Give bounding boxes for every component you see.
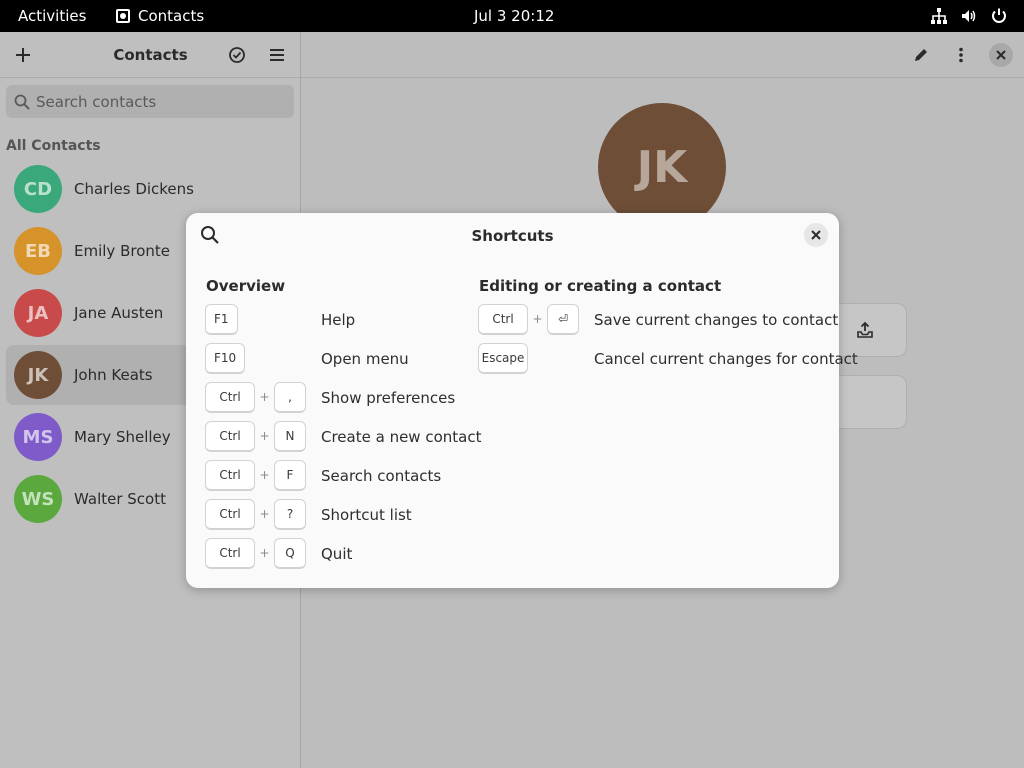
key-plus: + [259, 468, 270, 482]
key-cap: F1 [205, 303, 238, 335]
shortcut-description: Create a new contact [321, 428, 482, 446]
shortcut-row: Ctrl + Q [205, 537, 306, 569]
close-icon [989, 43, 1013, 67]
contact-name: Walter Scott [74, 490, 166, 508]
key-cap: Ctrl [205, 459, 255, 491]
search-icon [14, 94, 30, 110]
avatar: CD [14, 165, 62, 213]
shortcut-description: Cancel current changes for contact [594, 350, 858, 368]
contact-name: Charles Dickens [74, 180, 194, 198]
contact-row[interactable]: CD Charles Dickens [6, 159, 296, 219]
key-plus: + [259, 546, 270, 560]
search-input[interactable]: Search contacts [6, 85, 294, 118]
edit-button[interactable] [907, 41, 935, 69]
app-menu-label: Contacts [138, 7, 205, 25]
kebab-menu-icon [959, 47, 963, 63]
network-icon[interactable] [930, 7, 948, 25]
key-cap: F10 [205, 342, 246, 374]
sidebar-header: Contacts [0, 32, 300, 78]
shortcut-row: Ctrl + N [205, 420, 306, 452]
shortcut-row: Ctrl + , [205, 381, 306, 413]
system-tray[interactable] [930, 7, 1008, 25]
shortcut-row: Ctrl + F [205, 459, 306, 491]
shortcut-description: Quit [321, 545, 353, 563]
contact-name: John Keats [74, 366, 153, 384]
key-plus: + [532, 312, 543, 326]
key-plus: + [259, 390, 270, 404]
shortcuts-dialog: Shortcuts Overview F1 Help F10 Open menu… [186, 213, 858, 588]
key-plus: + [259, 507, 270, 521]
shortcut-row: Escape [478, 342, 528, 374]
sidebar-title: Contacts [113, 46, 188, 64]
dialog-title: Shortcuts [471, 227, 554, 245]
detail-card [829, 375, 907, 429]
window-close-button[interactable] [987, 41, 1015, 69]
shortcut-row: Ctrl + ? [205, 498, 306, 530]
export-icon [857, 321, 873, 338]
clock[interactable]: Jul 3 20:12 [474, 7, 554, 25]
avatar: JK [14, 351, 62, 399]
contact-name: Mary Shelley [74, 428, 171, 446]
key-cap: Ctrl [205, 537, 255, 569]
dialog-close-button[interactable] [804, 223, 828, 247]
key-cap: , [274, 381, 306, 413]
activities-button[interactable]: Activities [18, 7, 86, 25]
more-options-button[interactable] [947, 41, 975, 69]
avatar: JA [14, 289, 62, 337]
key-cap: F [274, 459, 306, 491]
shortcut-row: F10 [205, 342, 246, 374]
key-cap: Ctrl [205, 498, 255, 530]
search-placeholder: Search contacts [36, 92, 157, 111]
shortcut-row: F1 [205, 303, 238, 335]
section-label: All Contacts [6, 138, 101, 154]
hamburger-icon [270, 49, 284, 61]
check-circle-icon [229, 47, 245, 63]
shortcut-description: Shortcut list [321, 506, 412, 524]
shortcut-description: Save current changes to contact [594, 311, 839, 329]
shortcut-row: Ctrl + ⏎ [478, 303, 579, 335]
enter-key-icon: ⏎ [547, 303, 579, 335]
key-cap: Q [274, 537, 306, 569]
key-cap: Ctrl [478, 303, 528, 335]
key-plus: + [259, 429, 270, 443]
key-cap: N [274, 420, 306, 452]
avatar: EB [14, 227, 62, 275]
key-cap: Ctrl [205, 381, 255, 413]
contact-name: Jane Austen [74, 304, 164, 322]
shortcut-description: Open menu [321, 350, 409, 368]
group-title-overview: Overview [206, 277, 286, 295]
app-menu[interactable]: Contacts [116, 7, 204, 25]
contacts-app-icon [116, 9, 130, 23]
contact-avatar-large: JK [598, 103, 726, 231]
key-cap: Ctrl [205, 420, 255, 452]
details-header [301, 32, 1024, 78]
pencil-icon [915, 49, 927, 61]
shortcut-description: Help [321, 311, 356, 329]
power-icon[interactable] [990, 7, 1008, 25]
top-bar: Activities Contacts Jul 3 20:12 [0, 0, 1024, 32]
shortcut-description: Show preferences [321, 389, 456, 407]
select-button[interactable] [223, 41, 251, 69]
contact-name: Emily Bronte [74, 242, 170, 260]
volume-icon[interactable] [960, 7, 978, 25]
shortcut-description: Search contacts [321, 467, 442, 485]
avatar: WS [14, 475, 62, 523]
main-menu-button[interactable] [263, 41, 291, 69]
detail-card [829, 303, 907, 357]
group-title-editing: Editing or creating a contact [479, 277, 722, 295]
avatar: MS [14, 413, 62, 461]
key-cap: Escape [478, 342, 528, 374]
key-cap: ? [274, 498, 306, 530]
close-icon [811, 230, 821, 240]
